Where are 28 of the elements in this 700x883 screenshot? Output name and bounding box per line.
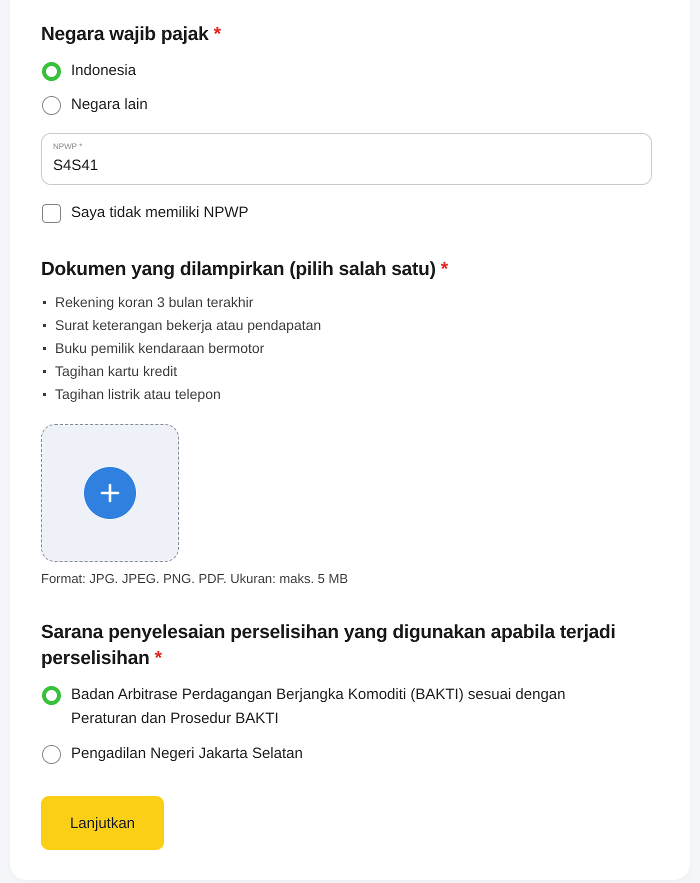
plus-icon	[84, 467, 136, 519]
list-item-text: Surat keterangan bekerja atau pendapatan	[55, 316, 322, 335]
list-item-text: Buku pemilik kendaraan bermotor	[55, 339, 264, 358]
radio-button[interactable]	[42, 744, 61, 764]
section-heading: Dokumen yang dilampirkan (pilih salah satu) *	[41, 258, 449, 282]
bullet-icon	[43, 347, 46, 350]
checkbox[interactable]	[42, 204, 61, 222]
list-item-text: Rekening koran 3 bulan terakhir	[55, 293, 254, 312]
radio-label: Pengadilan Negeri Jakarta Selatan	[71, 744, 303, 764]
radio-button[interactable]	[42, 686, 61, 704]
bullet-icon	[43, 370, 46, 373]
radio-label: Indonesia	[71, 61, 136, 81]
bullet-icon	[43, 393, 46, 396]
bullet-icon	[43, 301, 46, 304]
bullet-icon	[43, 324, 46, 327]
section-heading: Negara wajib pajak *	[41, 23, 222, 47]
list-item-text: Tagihan listrik atau telepon	[55, 385, 221, 404]
radio-button[interactable]	[42, 62, 61, 80]
npwp-input-field[interactable]: NPWP * S4S41	[41, 133, 652, 185]
radio-label: Negara lain	[71, 95, 148, 115]
checkbox-label: Saya tidak memiliki NPWP	[71, 203, 249, 223]
upload-format-note: Format: JPG. JPEG. PNG. PDF. Ukuran: maks. 5 MB	[41, 570, 350, 588]
continue-button[interactable]: Lanjutkan	[41, 796, 164, 850]
list-item-text: Tagihan kartu kredit	[55, 362, 178, 381]
upload-dropzone[interactable]	[41, 424, 179, 562]
section-heading: Sarana penyelesaian perselisihan yang digunakan apabila terjadi perselisihan *	[41, 621, 617, 671]
radio-label: Badan Arbitrase Perdagangan Berjangka Komoditi (BAKTI) sesuai dengan Peraturan dan Prosedur BAKTI	[71, 685, 566, 729]
radio-button[interactable]	[42, 96, 61, 114]
